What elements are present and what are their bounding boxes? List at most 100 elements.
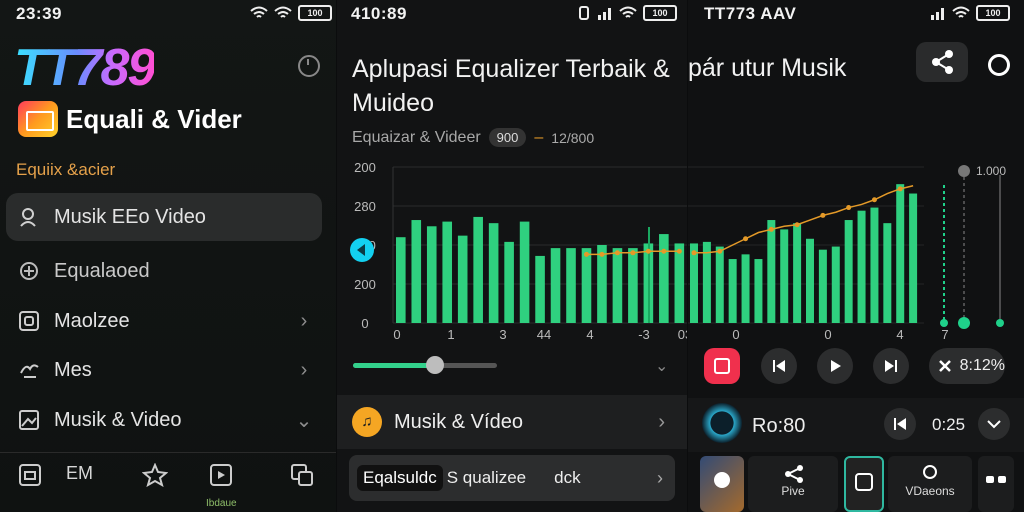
y-tick-label: 200	[354, 277, 376, 292]
status-time: 410:89	[351, 4, 407, 23]
x-tick-label: 3	[499, 327, 506, 342]
eq-bar	[857, 210, 866, 323]
status-icons: 100	[930, 5, 1010, 21]
gain-point	[614, 250, 620, 256]
play-tile-icon	[210, 464, 233, 486]
equalizer-row[interactable]: Eqalsuldc S qualizee dck ›	[349, 455, 675, 501]
play-button[interactable]	[817, 348, 853, 384]
tile-pive[interactable]: Pive	[748, 456, 838, 512]
eq-bar	[806, 238, 814, 323]
eq-bar	[728, 259, 737, 323]
tile-screen[interactable]	[844, 456, 884, 512]
eq-bar	[519, 221, 530, 323]
preset-pill[interactable]: 900	[488, 128, 527, 147]
star-icon	[141, 462, 169, 488]
sidebar-panel: 23:39 100 TT789 Equali & Vider Equiix &a…	[0, 0, 336, 512]
share-icon	[785, 465, 803, 483]
tile-album[interactable]	[700, 456, 744, 512]
gain-point	[794, 222, 800, 228]
page-title: pár utur Musik	[688, 54, 847, 82]
equalizer-dial-icon	[18, 260, 40, 282]
row-value: dck	[554, 468, 581, 487]
eq-bar	[488, 223, 499, 323]
gain-point	[676, 248, 682, 254]
brand-logo: TT789	[14, 39, 156, 97]
chevron-down-icon: ⌄	[295, 409, 313, 432]
eq-bar	[831, 246, 840, 323]
bottom-nav-copy[interactable]	[290, 463, 314, 492]
bottom-nav-em[interactable]: EM	[66, 463, 93, 484]
stop-icon	[714, 358, 730, 374]
nav-item-mes[interactable]: Mes ›	[6, 346, 322, 394]
nav-item-equalizer[interactable]: Equalaoed	[6, 247, 322, 295]
share-button[interactable]	[916, 42, 968, 82]
nav-item-label: Musik EEo Video	[54, 205, 206, 228]
chevron-down-icon[interactable]: ⌄	[655, 356, 668, 376]
eq-bar	[628, 248, 638, 323]
musik-video-row[interactable]: ♫ Musik & Vídeo ›	[337, 395, 687, 449]
gain-point	[871, 197, 877, 203]
row-label: Musik & Vídeo	[394, 410, 523, 433]
slider-thumb[interactable]	[426, 356, 445, 374]
next-button[interactable]	[873, 348, 909, 384]
level-knob	[958, 317, 970, 329]
eq-bar	[754, 259, 763, 323]
collapse-button[interactable]	[978, 408, 1010, 440]
previous-button[interactable]	[761, 348, 797, 384]
chevron-right-icon: ›	[300, 309, 308, 332]
bottom-nav-ibdaue[interactable]: Ibdaue	[206, 463, 237, 509]
level-label: 1.000	[976, 164, 1006, 178]
level-knob	[940, 319, 948, 327]
gain-point	[691, 250, 697, 256]
nav-item-musik-video[interactable]: Musik EEo Video	[6, 193, 322, 241]
bottom-nav-star[interactable]	[141, 462, 169, 492]
wifi-icon	[619, 6, 637, 18]
page-title: Aplupasi Equalizer Terbaik & Muideo	[352, 55, 670, 117]
wifi-icon	[250, 6, 268, 18]
battery-icon: 100	[643, 5, 677, 21]
gain-point	[599, 251, 605, 257]
gain-point	[630, 250, 636, 256]
y-tick-label: 200	[354, 160, 376, 175]
eq-bar	[844, 220, 853, 323]
mail-app-icon	[18, 101, 58, 137]
x-tick-label: 0	[732, 327, 739, 342]
settings-icon	[923, 465, 937, 479]
eq-bar	[612, 248, 623, 323]
eq-bar	[411, 220, 422, 323]
now-playing-bar[interactable]: Ro:80 0:25	[688, 398, 1024, 452]
speed-button[interactable]: 8:12%	[929, 348, 1005, 384]
nav-item-maolzee[interactable]: Maolzee ›	[6, 297, 322, 345]
eq-bar	[581, 248, 592, 323]
battery-icon: 100	[298, 5, 332, 21]
bottom-nav-label: EM	[66, 463, 93, 483]
speed-value: 8:12%	[959, 357, 1005, 374]
stop-button[interactable]	[704, 348, 740, 384]
bottom-nav-media[interactable]	[18, 463, 42, 492]
eq-bar	[909, 193, 918, 323]
tile-glasses[interactable]	[978, 456, 1014, 512]
bottom-nav-label: Ibdaue	[206, 498, 237, 509]
gain-point	[743, 236, 749, 242]
eq-bar	[767, 220, 776, 323]
battery-icon: 100	[976, 5, 1010, 21]
slider-fill	[353, 363, 436, 368]
wifi-icon	[952, 6, 970, 18]
timer-icon[interactable]	[298, 55, 320, 77]
eq-bar	[702, 241, 711, 323]
hand-wave-icon	[18, 359, 40, 381]
eq-bar	[896, 184, 905, 323]
x-tick-label: 7	[941, 327, 948, 342]
record-icon[interactable]	[988, 54, 1010, 76]
nav-item-musik-video-2[interactable]: Musik & Video ⌄	[6, 396, 322, 444]
eq-bar	[473, 216, 483, 323]
eq-bar	[535, 255, 545, 323]
x-tick-label: 1	[447, 327, 454, 342]
status-icons: 100	[577, 5, 677, 21]
tile-label: VDaeons	[905, 484, 955, 498]
eq-bar	[715, 246, 724, 323]
skip-back-button[interactable]	[884, 408, 916, 440]
eq-bar	[741, 254, 750, 323]
equalizer-panel: 410:89 100 Aplupasi Equalizer Terbaik & …	[337, 0, 687, 512]
tile-vdaeons[interactable]: VDaeons	[888, 456, 972, 512]
